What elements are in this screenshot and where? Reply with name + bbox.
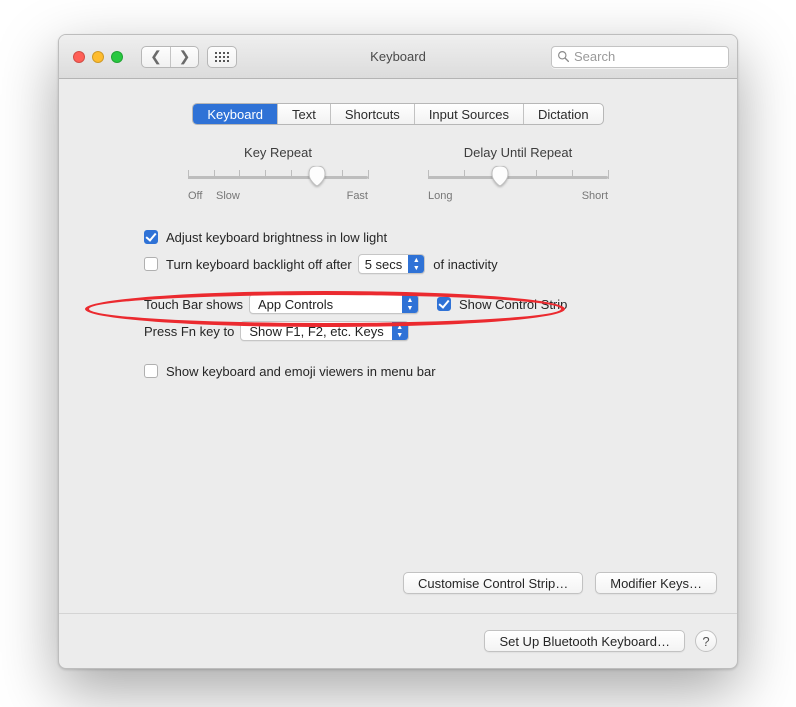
- tabs-wrap: Keyboard Text Shortcuts Input Sources Di…: [59, 79, 737, 143]
- content-area: Key Repeat Off Slow Fast Delay Until Rep…: [59, 143, 737, 382]
- stepper-icon: ▲▼: [408, 255, 424, 273]
- nav-back-forward: ❮ ❯: [141, 46, 199, 68]
- sliders-row: Key Repeat Off Slow Fast Delay Until Rep…: [104, 145, 692, 202]
- delay-slider[interactable]: [428, 170, 608, 186]
- select-fn-key[interactable]: Show F1, F2, etc. Keys ▲▼: [240, 321, 408, 341]
- key-repeat-group: Key Repeat Off Slow Fast: [188, 145, 368, 202]
- select-backlight-time[interactable]: 5 secs ▲▼: [358, 254, 426, 274]
- traffic-lights: [73, 51, 123, 63]
- delay-title: Delay Until Repeat: [428, 145, 608, 160]
- window-toolbar: ❮ ❯ Keyboard: [59, 35, 737, 79]
- preferences-window: ❮ ❯ Keyboard Keyboard Text Shortcuts Inp…: [58, 34, 738, 669]
- select-fn-key-value: Show F1, F2, etc. Keys: [241, 324, 391, 339]
- key-repeat-title: Key Repeat: [188, 145, 368, 160]
- search-field-wrap: [551, 46, 729, 68]
- label-touchbar: Touch Bar shows: [144, 297, 243, 312]
- tab-text[interactable]: Text: [277, 104, 330, 124]
- row-touchbar: Touch Bar shows App Controls ▲▼ Show Con…: [144, 293, 672, 315]
- forward-button[interactable]: ❯: [170, 47, 198, 67]
- modifier-keys-button[interactable]: Modifier Keys…: [595, 572, 717, 594]
- tab-keyboard[interactable]: Keyboard: [193, 104, 277, 124]
- options: Adjust keyboard brightness in low light …: [144, 226, 672, 382]
- chevron-right-icon: ❯: [179, 48, 191, 65]
- label-fn-key: Press Fn key to: [144, 324, 234, 339]
- label-short: Short: [582, 190, 608, 202]
- show-all-button[interactable]: [207, 46, 237, 68]
- slider-thumb[interactable]: [491, 166, 509, 186]
- label-adjust-brightness: Adjust keyboard brightness in low light: [166, 230, 387, 245]
- chevron-left-icon: ❮: [150, 48, 162, 65]
- delay-repeat-group: Delay Until Repeat Long Short: [428, 145, 608, 202]
- setup-bluetooth-keyboard-button[interactable]: Set Up Bluetooth Keyboard…: [484, 630, 685, 652]
- zoom-window-button[interactable]: [111, 51, 123, 63]
- label-show-control-strip: Show Control Strip: [459, 297, 567, 312]
- tab-input-sources[interactable]: Input Sources: [414, 104, 523, 124]
- close-window-button[interactable]: [73, 51, 85, 63]
- customise-control-strip-button[interactable]: Customise Control Strip…: [403, 572, 583, 594]
- select-backlight-time-value: 5 secs: [359, 257, 409, 272]
- minimize-window-button[interactable]: [92, 51, 104, 63]
- grid-icon: [215, 52, 229, 62]
- label-off: Off: [188, 190, 212, 202]
- help-button[interactable]: ?: [695, 630, 717, 652]
- key-repeat-labels: Off Slow Fast: [188, 190, 368, 202]
- search-icon: [557, 50, 570, 63]
- label-long: Long: [428, 190, 452, 202]
- tab-dictation[interactable]: Dictation: [523, 104, 603, 124]
- label-backlight-before: Turn keyboard backlight off after: [166, 257, 352, 272]
- row-adjust-brightness: Adjust keyboard brightness in low light: [144, 226, 672, 248]
- delay-labels: Long Short: [428, 190, 608, 202]
- stepper-icon: ▲▼: [402, 295, 418, 313]
- label-backlight-after: of inactivity: [433, 257, 497, 272]
- select-touchbar-shows[interactable]: App Controls ▲▼: [249, 294, 419, 314]
- checkbox-show-control-strip[interactable]: [437, 297, 451, 311]
- select-touchbar-value: App Controls: [250, 297, 402, 312]
- checkbox-adjust-brightness[interactable]: [144, 230, 158, 244]
- label-menubar-viewer: Show keyboard and emoji viewers in menu …: [166, 364, 436, 379]
- tab-shortcuts[interactable]: Shortcuts: [330, 104, 414, 124]
- bottom-row-2: Set Up Bluetooth Keyboard… ?: [59, 630, 737, 652]
- divider: [59, 613, 737, 614]
- bottom-row-1: Customise Control Strip… Modifier Keys…: [59, 572, 737, 594]
- search-input[interactable]: [551, 46, 729, 68]
- row-fn-key: Press Fn key to Show F1, F2, etc. Keys ▲…: [144, 320, 672, 342]
- row-backlight-off: Turn keyboard backlight off after 5 secs…: [144, 253, 672, 275]
- label-slow: Slow: [216, 190, 240, 202]
- key-repeat-slider[interactable]: [188, 170, 368, 186]
- checkbox-menubar-viewer[interactable]: [144, 364, 158, 378]
- row-menubar-viewer: Show keyboard and emoji viewers in menu …: [144, 360, 672, 382]
- back-button[interactable]: ❮: [142, 47, 170, 67]
- label-fast: Fast: [347, 190, 368, 202]
- pref-tabs: Keyboard Text Shortcuts Input Sources Di…: [192, 103, 603, 125]
- stepper-icon: ▲▼: [392, 322, 408, 340]
- slider-thumb[interactable]: [308, 166, 326, 186]
- checkbox-backlight-off[interactable]: [144, 257, 158, 271]
